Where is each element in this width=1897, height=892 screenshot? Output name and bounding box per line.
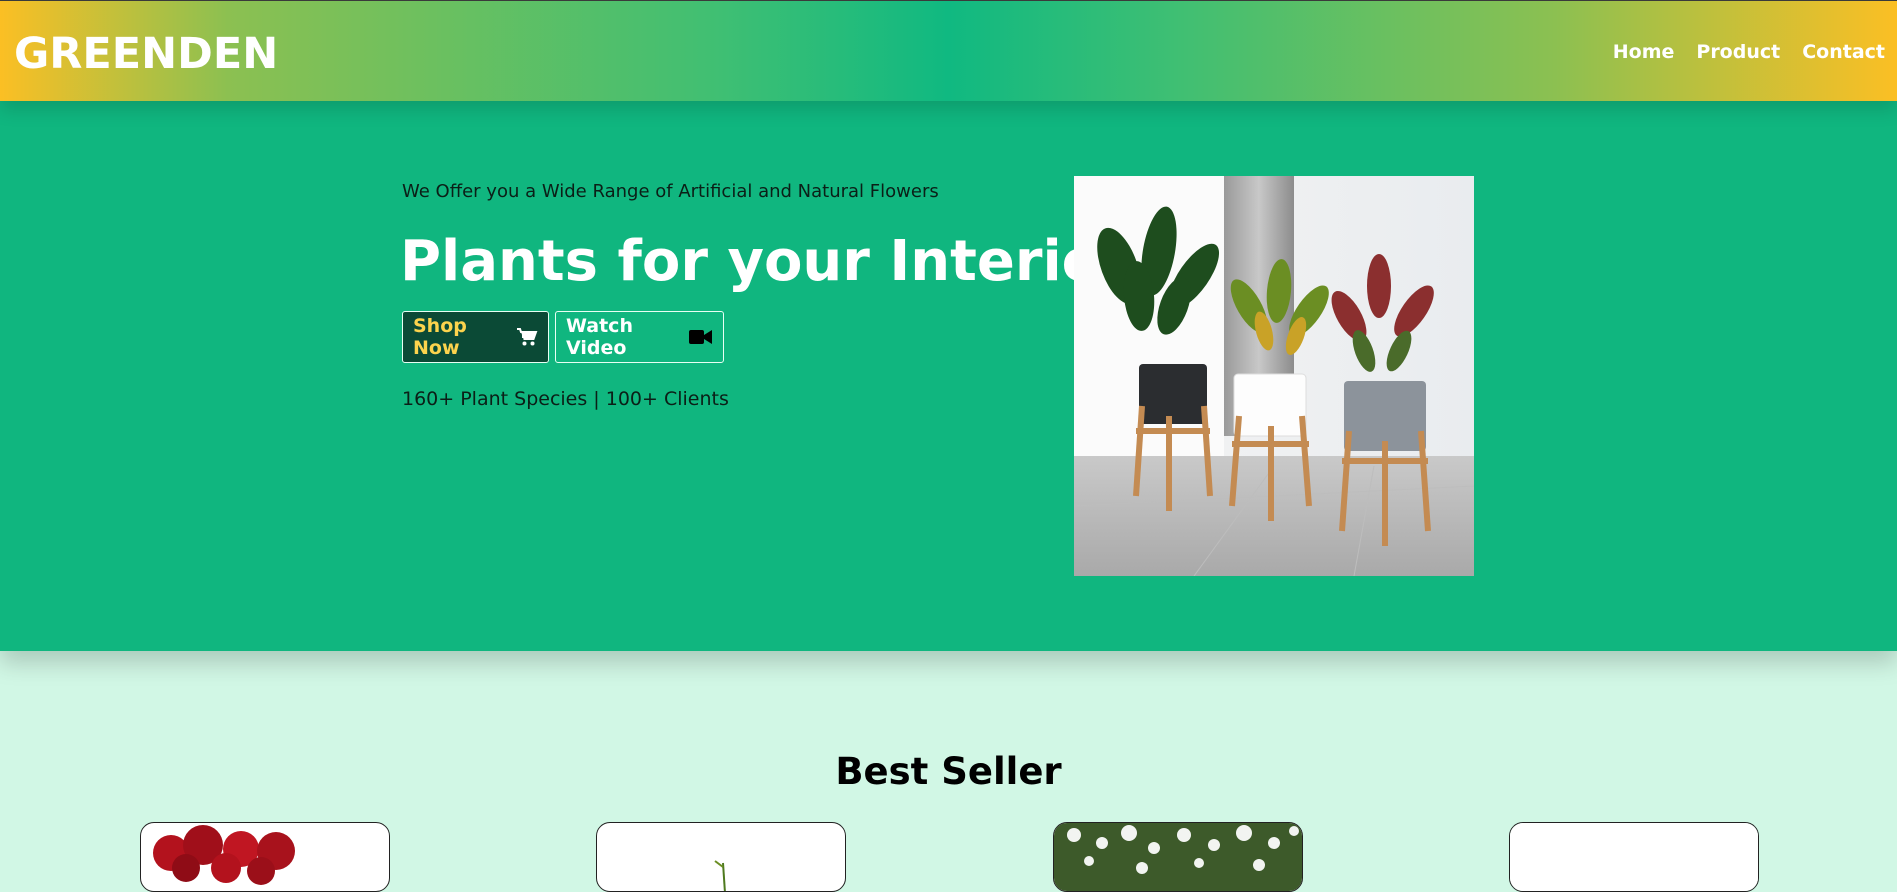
potted-plants-photo <box>1074 176 1474 576</box>
shop-now-button[interactable]: Shop Now <box>402 311 549 363</box>
shop-now-label: Shop Now <box>413 315 467 359</box>
video-camera-icon <box>689 329 713 345</box>
product-card[interactable] <box>596 822 846 892</box>
blank-product-photo <box>1510 823 1758 891</box>
hero-headline: Plants for your Interior <box>400 229 1128 294</box>
watch-video-button[interactable]: Watch Video <box>555 311 724 363</box>
watch-video-label: Watch Video <box>566 315 633 359</box>
best-seller-title: Best Seller <box>835 750 1062 793</box>
brand-logo[interactable]: GREENDEN <box>14 29 278 79</box>
nav-link-contact[interactable]: Contact <box>1802 41 1885 63</box>
nav-link-home[interactable]: Home <box>1613 41 1675 63</box>
nav-links: Home Product Contact <box>1591 41 1885 63</box>
white-flowers-photo <box>1054 823 1302 891</box>
product-card[interactable] <box>1509 822 1759 892</box>
product-card[interactable] <box>140 822 390 892</box>
top-navbar: GREENDEN Home Product Contact <box>0 0 1897 101</box>
plant-stem-photo <box>714 860 726 891</box>
hero-section: We Offer you a Wide Range of Artificial … <box>0 101 1897 651</box>
nav-link-product[interactable]: Product <box>1696 41 1780 63</box>
hero-tagline: We Offer you a Wide Range of Artificial … <box>402 181 939 202</box>
product-card[interactable] <box>1053 822 1303 892</box>
hero-stats: 160+ Plant Species | 100+ Clients <box>402 388 729 410</box>
red-roses-photo <box>153 825 295 885</box>
cart-icon <box>516 327 538 347</box>
